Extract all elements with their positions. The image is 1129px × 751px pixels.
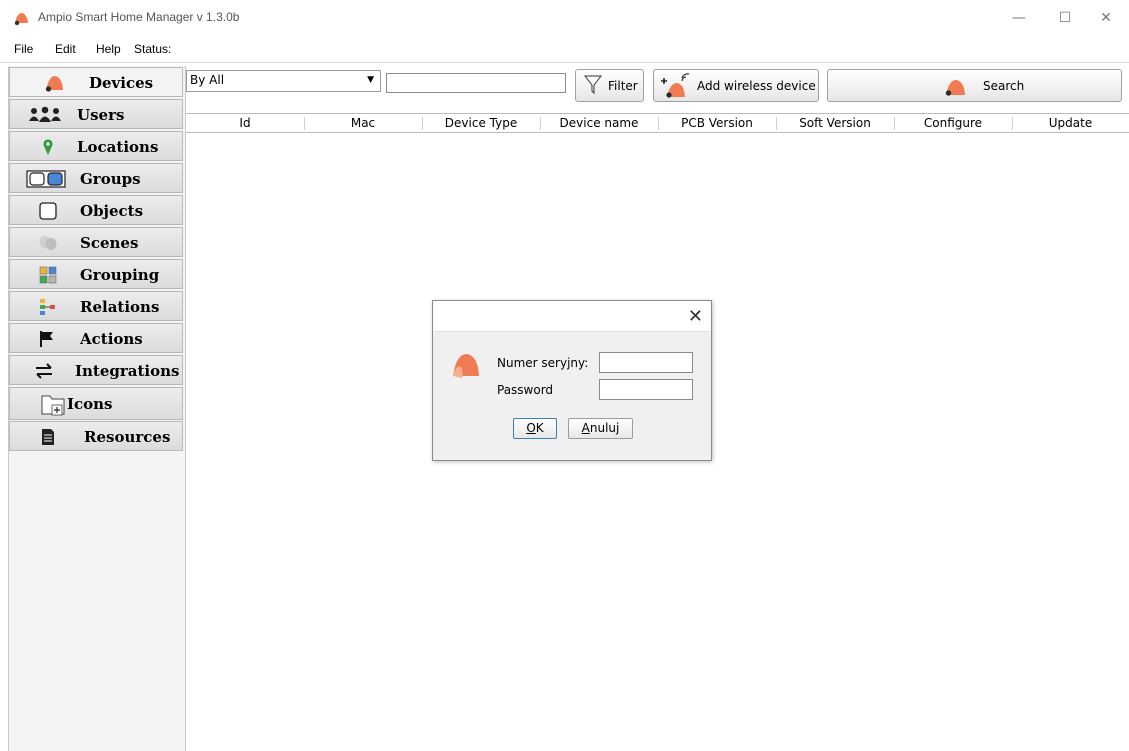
folder-add-icon: [41, 395, 65, 416]
filter-button-label: Filter: [608, 79, 638, 93]
menu-status[interactable]: Status:: [134, 42, 171, 56]
column-header-pcb-version[interactable]: PCB Version: [658, 116, 776, 130]
sidebar-item-grouping[interactable]: Grouping: [9, 259, 183, 289]
close-window-button[interactable]: ✕: [1083, 2, 1129, 34]
window-title: Ampio Smart Home Manager v 1.3.0b: [38, 10, 240, 24]
flag-icon: [40, 331, 53, 347]
add-wireless-icon: [661, 73, 690, 98]
sidebar-item-label: Actions: [80, 330, 143, 348]
ok-button[interactable]: OK: [513, 418, 557, 439]
sidebar-item-scenes[interactable]: Scenes: [9, 227, 183, 257]
ok-button-label: K: [535, 421, 544, 435]
menu-divider: [0, 62, 1129, 63]
dialog-title-bar: ✕: [433, 301, 711, 332]
groups-icon: [26, 170, 66, 188]
sidebar-item-objects[interactable]: Objects: [9, 195, 183, 225]
users-icon: [29, 106, 61, 122]
filter-type-select[interactable]: By All ▼: [186, 70, 381, 92]
sidebar-item-label: Groups: [80, 170, 141, 188]
grid-colors-icon: [39, 266, 57, 284]
sidebar-item-actions[interactable]: Actions: [9, 323, 183, 353]
sidebar-item-integrations[interactable]: Integrations: [9, 355, 183, 385]
theater-masks-icon: [39, 236, 57, 250]
menu-file[interactable]: File: [14, 42, 33, 56]
sidebar-item-devices[interactable]: Devices: [9, 67, 183, 97]
cancel-mnemonic: A: [581, 421, 590, 435]
cancel-button[interactable]: Anuluj: [568, 418, 633, 439]
location-pin-icon: [43, 139, 53, 155]
sidebar-item-locations[interactable]: Locations: [9, 131, 183, 161]
menu-edit[interactable]: Edit: [55, 42, 76, 56]
filter-type-value: By All: [190, 73, 225, 87]
title-bar: Ampio Smart Home Manager v 1.3.0b — ☐ ✕: [0, 0, 1129, 36]
funnel-icon: [584, 75, 602, 95]
sidebar-item-label: Icons: [67, 395, 113, 413]
search-button-label: Search: [983, 79, 1025, 93]
column-header-soft-version[interactable]: Soft Version: [776, 116, 894, 130]
column-header-id[interactable]: Id: [186, 116, 304, 130]
sidebar-item-groups[interactable]: Groups: [9, 163, 183, 193]
sidebar-item-label: Relations: [80, 298, 160, 316]
filter-button[interactable]: Filter: [575, 69, 644, 102]
ampio-logo-icon: [14, 13, 28, 26]
swap-arrows-icon: [36, 363, 52, 379]
close-icon[interactable]: ✕: [688, 306, 703, 327]
search-button[interactable]: Search: [827, 69, 1122, 102]
object-square-icon: [39, 202, 57, 220]
sidebar-item-label: Scenes: [80, 234, 139, 252]
add-wireless-device-button[interactable]: Add wireless device: [653, 69, 819, 102]
menu-help[interactable]: Help: [96, 42, 121, 56]
sidebar-item-label: Resources: [84, 428, 171, 446]
column-header-mac[interactable]: Mac: [304, 116, 422, 130]
ampio-logo-icon: [45, 76, 63, 92]
column-header-device-type[interactable]: Device Type: [422, 116, 540, 130]
dialog-body: Numer seryjny: Password OK Anuluj: [433, 332, 711, 460]
menu-bar: File Edit Help Status:: [0, 38, 1129, 60]
sidebar-item-icons[interactable]: Icons: [9, 387, 183, 420]
sidebar-item-label: Integrations: [75, 362, 180, 380]
search-input[interactable]: [386, 73, 566, 93]
column-header-update[interactable]: Update: [1012, 116, 1129, 130]
cancel-button-label: nuluj: [589, 421, 620, 435]
minimize-button[interactable]: —: [996, 2, 1042, 34]
column-header-configure[interactable]: Configure: [894, 116, 1012, 130]
sidebar-item-label: Objects: [80, 202, 144, 220]
ok-mnemonic: O: [526, 421, 536, 435]
maximize-button[interactable]: ☐: [1042, 2, 1088, 34]
sidebar-item-label: Devices: [89, 74, 154, 92]
serial-number-label: Numer seryjny:: [497, 356, 589, 370]
login-dialog: ✕ Numer seryjny: Password OK Anuluj: [432, 300, 712, 461]
ampio-logo-icon: [945, 80, 965, 96]
serial-number-input[interactable]: [599, 352, 693, 373]
sidebar-item-label: Users: [77, 106, 125, 124]
chevron-down-icon: ▼: [367, 75, 374, 85]
column-header-device-name[interactable]: Device name: [540, 116, 658, 130]
device-table-header: Id Mac Device Type Device name PCB Versi…: [186, 113, 1129, 133]
relations-icon: [40, 299, 55, 315]
ampio-logo-icon: [453, 354, 479, 378]
password-label: Password: [497, 383, 554, 397]
add-wireless-label: Add wireless device: [697, 79, 816, 93]
sidebar-item-users[interactable]: Users: [9, 99, 183, 129]
sidebar-item-label: Grouping: [80, 266, 160, 284]
document-icon: [42, 429, 54, 445]
sidebar: Devices Users Locations Groups Objects S…: [8, 66, 186, 751]
sidebar-item-relations[interactable]: Relations: [9, 291, 183, 321]
password-input[interactable]: [599, 379, 693, 400]
sidebar-item-resources[interactable]: Resources: [9, 421, 183, 451]
sidebar-item-label: Locations: [77, 138, 159, 156]
